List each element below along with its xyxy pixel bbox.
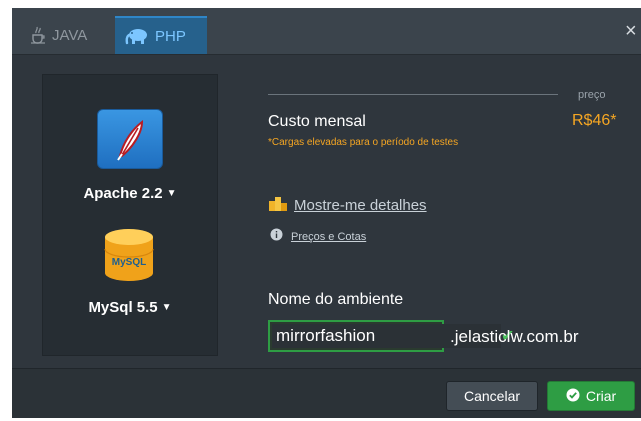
tab-bar: JAVA PHP × xyxy=(12,8,641,55)
mysql-badge-text: MySQL xyxy=(112,257,146,268)
coins-icon xyxy=(268,194,288,217)
monthly-cost-label: Custo mensal xyxy=(268,113,366,130)
outer-frame-left xyxy=(0,0,12,421)
apache-label: Apache 2.2 xyxy=(83,185,163,202)
software-stack-panel: Apache 2.2 ▼ MySQL MySql 5.5 ▼ xyxy=(42,74,218,356)
mysql-database-icon[interactable]: MySQL xyxy=(97,227,161,285)
tab-php-label: PHP xyxy=(155,27,186,45)
close-icon[interactable]: × xyxy=(625,20,641,42)
environment-name-field: ✔ xyxy=(268,320,514,352)
create-button[interactable]: Criar xyxy=(547,381,635,411)
mysql-version-selector[interactable]: MySql 5.5 ▼ xyxy=(43,299,217,316)
check-circle-icon xyxy=(566,388,580,405)
monthly-cost-value: R$46* xyxy=(572,112,617,129)
details-row: Mostre-me detalhes xyxy=(268,194,427,217)
apache-feather-icon[interactable] xyxy=(97,109,163,169)
mysql-label: MySql 5.5 xyxy=(88,299,158,316)
environment-dialog: JAVA PHP × Apache 2.2 ▼ MySQL MySql 5.5 … xyxy=(12,8,641,418)
pricing-quota-row: Preços e Cotas xyxy=(270,228,366,246)
tab-java-label: JAVA xyxy=(52,26,88,44)
info-icon xyxy=(270,228,283,246)
domain-suffix: .jelasticlw.com.br xyxy=(450,327,579,346)
cancel-button[interactable]: Cancelar xyxy=(446,381,538,411)
java-cup-icon xyxy=(30,26,46,44)
tab-php[interactable]: PHP xyxy=(115,16,207,54)
show-details-link[interactable]: Mostre-me detalhes xyxy=(294,197,427,214)
php-elephant-icon xyxy=(125,27,149,45)
price-column-label: preço xyxy=(578,89,606,101)
dialog-footer: Cancelar Criar xyxy=(12,368,641,418)
apache-version-selector[interactable]: Apache 2.2 ▼ xyxy=(43,185,217,202)
environment-name-label: Nome do ambiente xyxy=(268,291,404,308)
pricing-quotas-link[interactable]: Preços e Cotas xyxy=(291,231,366,243)
tab-java[interactable]: JAVA xyxy=(20,16,118,54)
trial-load-note: *Cargas elevadas para o período de teste… xyxy=(268,137,459,148)
chevron-down-icon: ▼ xyxy=(161,302,172,313)
chevron-down-icon: ▼ xyxy=(166,188,177,199)
price-divider xyxy=(268,94,558,95)
create-button-label: Criar xyxy=(585,388,617,404)
outer-frame-top xyxy=(0,0,641,8)
cancel-button-label: Cancelar xyxy=(463,388,521,404)
